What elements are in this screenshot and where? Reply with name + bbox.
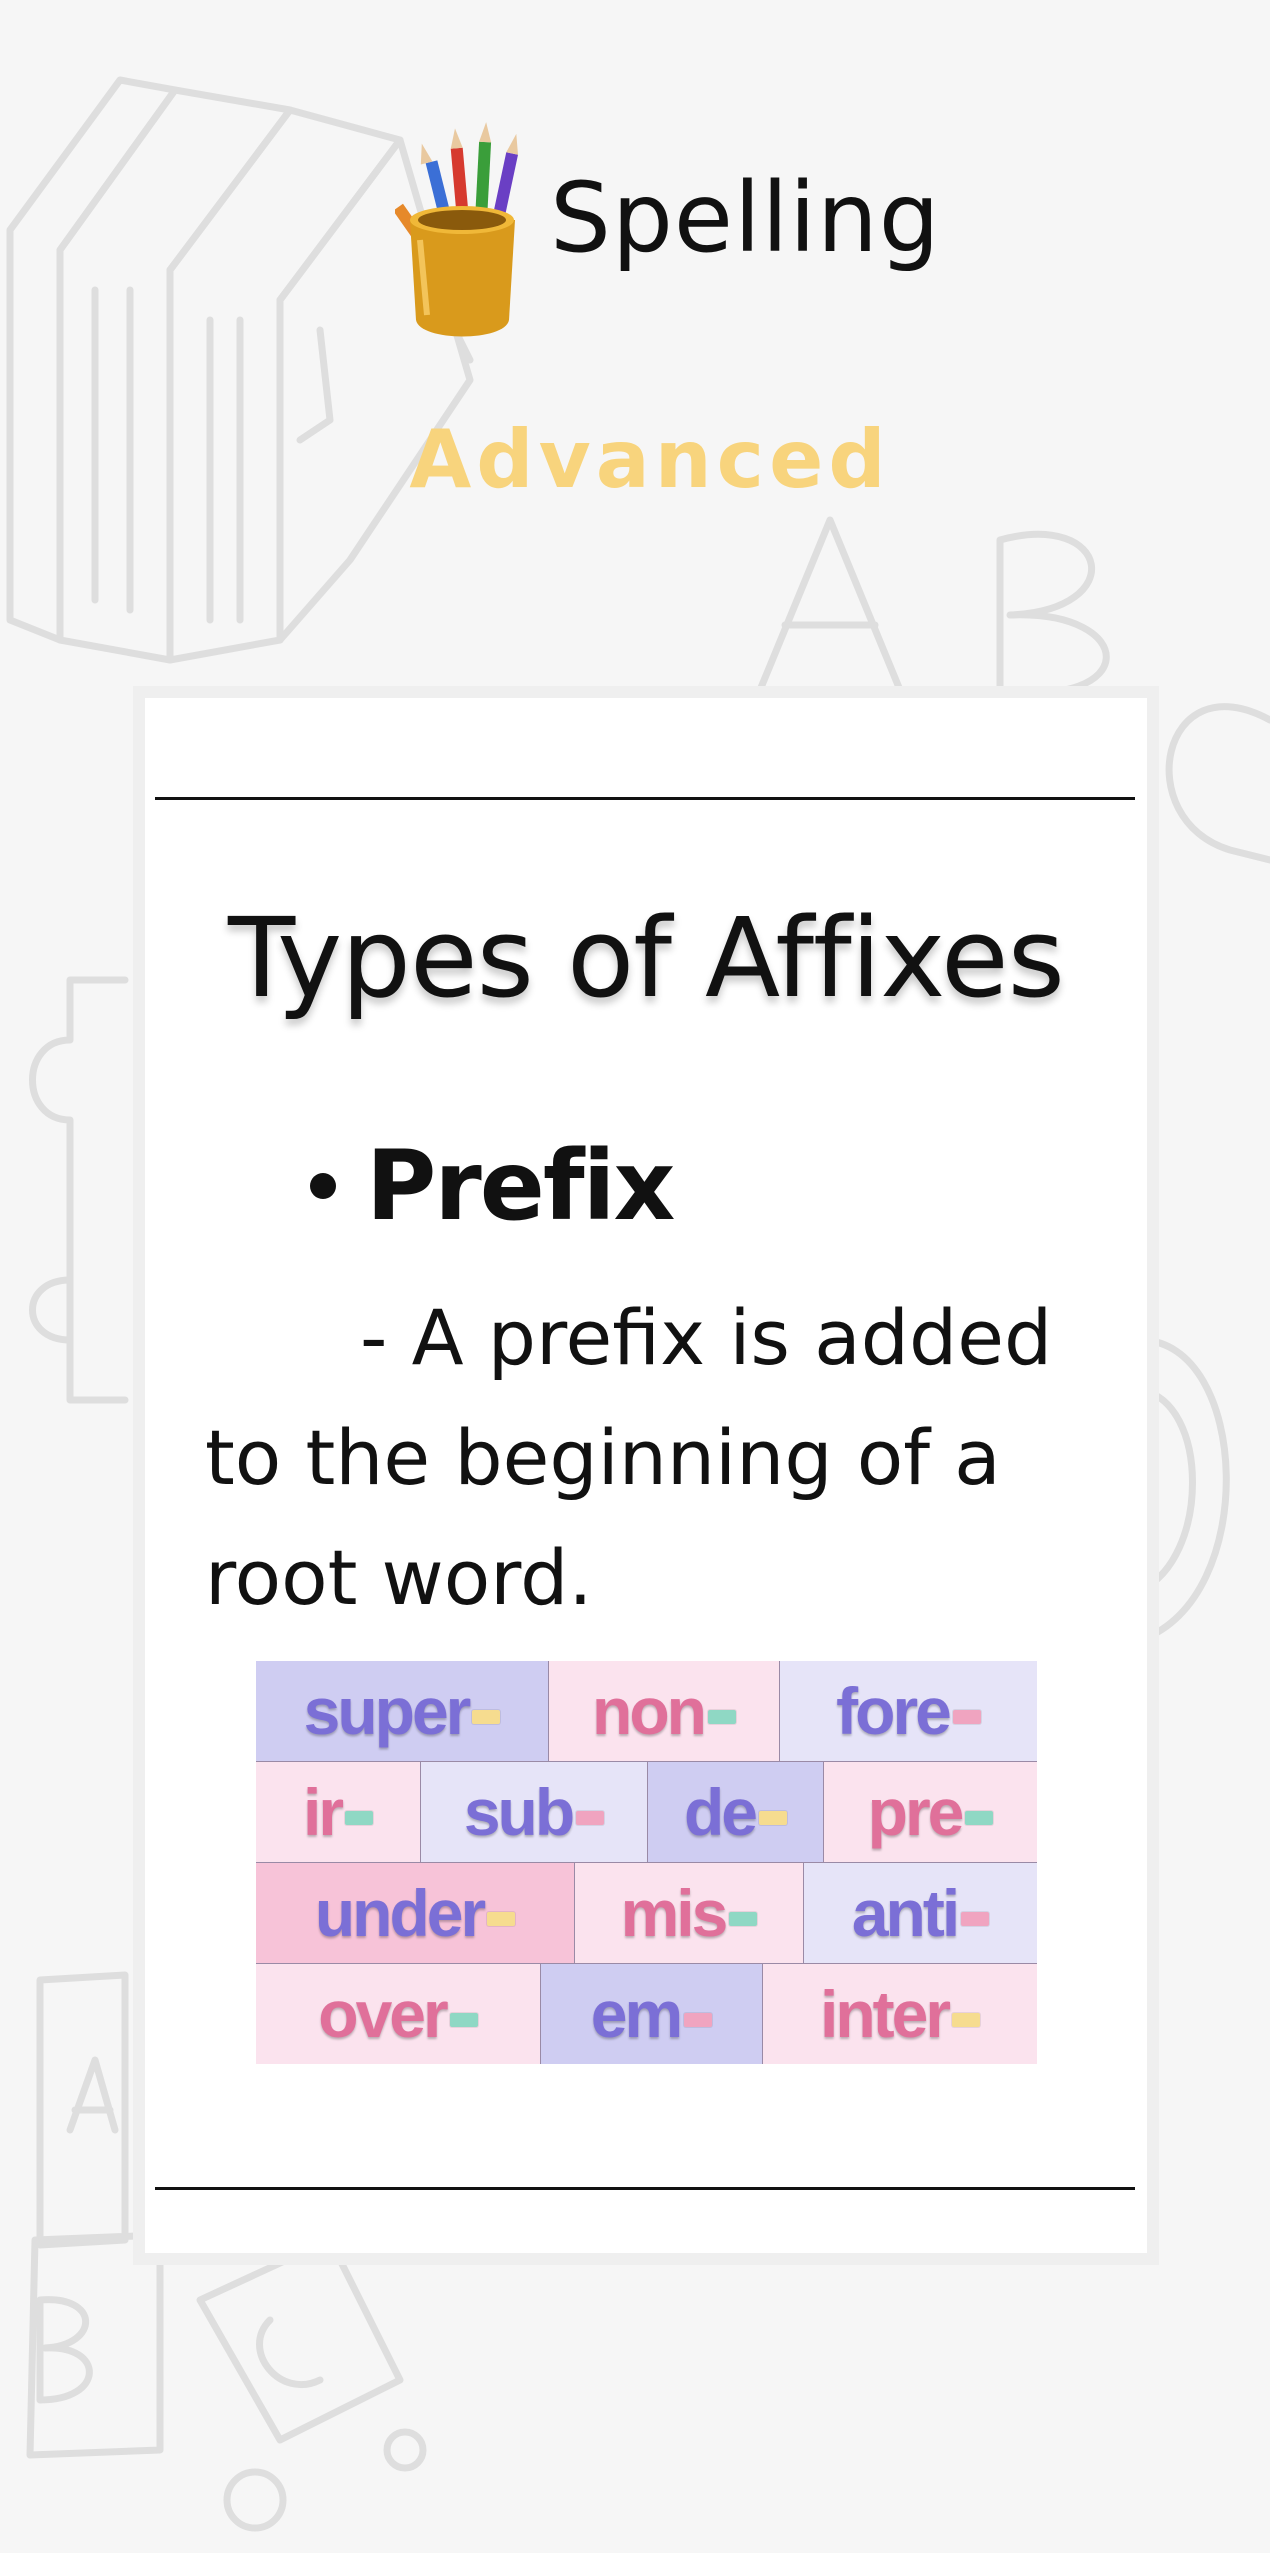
hyphen-mark xyxy=(576,1811,605,1825)
prefix-text: anti xyxy=(851,1876,960,1950)
hyphen-mark xyxy=(952,1710,981,1724)
letter-c-doodle xyxy=(1165,703,1270,864)
prefix-text: super xyxy=(303,1674,472,1748)
prefix-text: pre xyxy=(867,1775,965,1849)
hyphen-mark xyxy=(707,1710,736,1724)
prefix-grid: super non fore ir sub de pre under mis a… xyxy=(256,1661,1037,2064)
prefix-tile: under xyxy=(256,1863,575,1963)
prefix-tile: fore xyxy=(780,1661,1037,1761)
prefix-tile: anti xyxy=(804,1863,1037,1963)
prefix-text: under xyxy=(314,1876,486,1950)
prefix-text: inter xyxy=(819,1977,951,2051)
prefix-text: de xyxy=(683,1775,758,1849)
prefix-tile: em xyxy=(541,1964,763,2064)
prefix-text: em xyxy=(590,1977,683,2051)
hyphen-mark xyxy=(729,1912,758,1926)
prefix-text: fore xyxy=(836,1674,952,1748)
prefix-row: super non fore xyxy=(256,1661,1037,1762)
app-title: Spelling xyxy=(550,162,941,274)
header: Spelling Advanced xyxy=(0,0,1270,560)
prefix-tile: non xyxy=(549,1661,780,1761)
prefix-tile: de xyxy=(648,1762,824,1862)
hyphen-mark xyxy=(345,1811,374,1825)
bullet-item-prefix: Prefix xyxy=(310,1130,675,1242)
definition-text: - A prefix is added to the beginning of … xyxy=(205,1293,1053,1622)
prefix-tile: ir xyxy=(256,1762,421,1862)
pencil-cup-icon xyxy=(395,122,519,337)
card-title: Types of Affixes xyxy=(228,894,1065,1022)
prefix-row: under mis anti xyxy=(256,1863,1037,1964)
prefix-tile: sub xyxy=(421,1762,648,1862)
prefix-text: mis xyxy=(620,1876,729,1950)
hyphen-mark xyxy=(487,1912,516,1926)
prefix-tile: over xyxy=(256,1964,541,2064)
prefix-text: non xyxy=(592,1674,707,1748)
hyphen-mark xyxy=(449,2013,478,2027)
hyphen-mark xyxy=(965,1811,994,1825)
prefix-text: ir xyxy=(302,1775,344,1849)
prefix-tile: pre xyxy=(824,1762,1037,1862)
lesson-card: Types of Affixes Prefix - A prefix is ad… xyxy=(133,686,1159,2265)
prefix-text: over xyxy=(318,1977,448,2051)
hyphen-mark xyxy=(684,2013,713,2027)
hyphen-mark xyxy=(952,2013,981,2027)
top-divider xyxy=(155,797,1135,800)
level-label: Advanced xyxy=(409,413,891,506)
bottom-divider xyxy=(155,2187,1135,2190)
hyphen-mark xyxy=(759,1811,788,1825)
prefix-row: ir sub de pre xyxy=(256,1762,1037,1863)
hyphen-mark xyxy=(961,1912,990,1926)
bullet-label: Prefix xyxy=(366,1130,675,1242)
prefix-text: sub xyxy=(463,1775,575,1849)
prefix-row: over em inter xyxy=(256,1964,1037,2064)
prefix-tile: mis xyxy=(575,1863,804,1963)
prefix-tile: super xyxy=(256,1661,549,1761)
bullet-icon xyxy=(310,1173,336,1199)
hyphen-mark xyxy=(472,1710,501,1724)
prefix-tile: inter xyxy=(763,1964,1037,2064)
